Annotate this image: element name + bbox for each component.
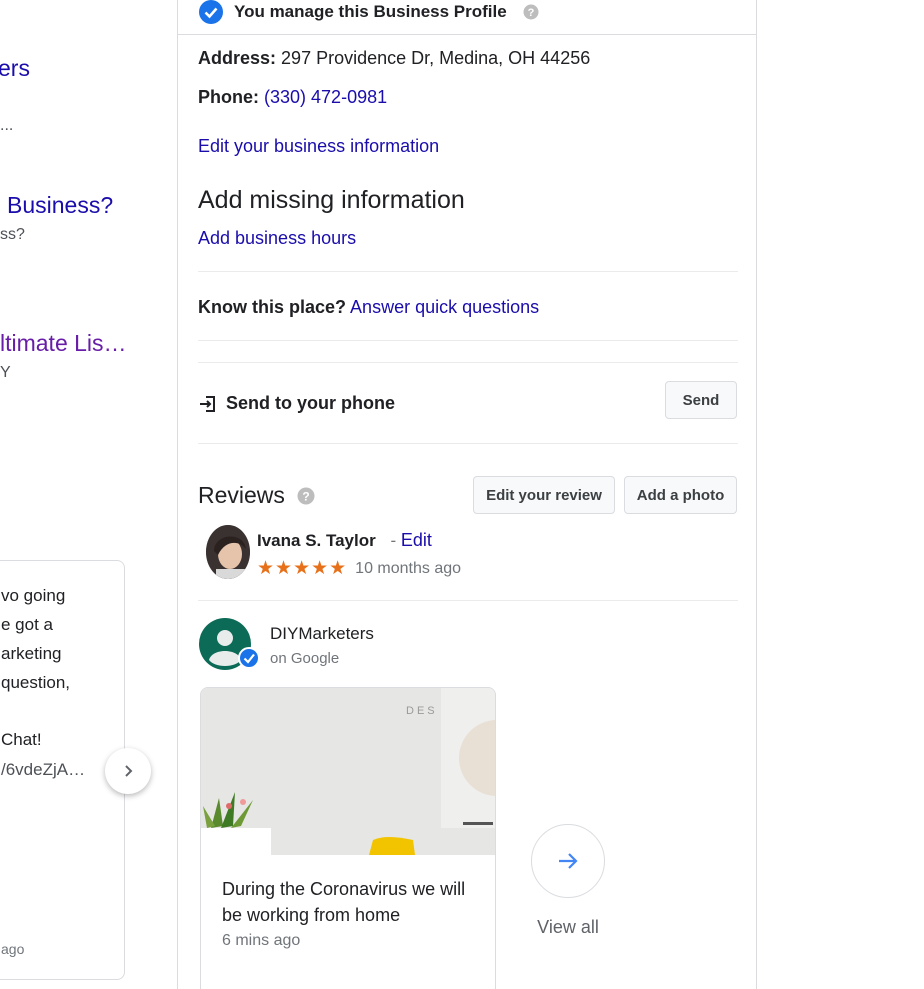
help-icon[interactable]: ? — [523, 4, 539, 20]
phone-link[interactable]: (330) 472-0981 — [264, 87, 387, 107]
review-rating-row: ★★★★★ 10 months ago — [257, 557, 461, 580]
phone-row: Phone: (330) 472-0981 — [198, 87, 387, 108]
divider — [198, 600, 738, 601]
svg-text:DES: DES — [406, 705, 438, 717]
phone-label: Phone: — [198, 87, 259, 107]
post-photo: DES — [201, 688, 495, 855]
reviews-heading: Reviews — [198, 482, 285, 508]
result-title[interactable]: ers — [0, 55, 30, 82]
send-to-device-icon — [200, 395, 215, 412]
result-title[interactable]: ltimate Lis… — [0, 330, 127, 357]
help-icon[interactable]: ? — [297, 487, 315, 505]
post-time: 6 mins ago — [222, 932, 301, 949]
search-results-column: ers ... Business? ss? ltimate Lis… Y vo … — [0, 0, 165, 989]
carousel-next-button[interactable] — [105, 748, 151, 794]
edit-business-info-link[interactable]: Edit your business information — [198, 136, 439, 157]
view-all-button[interactable] — [531, 824, 605, 898]
post-text-line: arketing — [1, 644, 62, 663]
knowledge-panel: You manage this Business Profile ? Addre… — [177, 0, 757, 989]
view-all-label[interactable]: View all — [511, 917, 625, 938]
business-avatar-image — [199, 618, 260, 670]
manage-profile-banner: You manage this Business Profile ? — [198, 0, 539, 33]
send-button[interactable]: Send — [665, 381, 737, 419]
address-value: 297 Providence Dr, Medina, OH 44256 — [281, 48, 591, 68]
business-avatar[interactable] — [199, 618, 260, 670]
edit-review-button[interactable]: Edit your review — [473, 476, 615, 514]
post-text-line: e got a — [1, 615, 53, 634]
svg-text:?: ? — [302, 489, 309, 503]
post-text-line: question, — [1, 673, 70, 692]
star-rating: ★★★★★ — [257, 558, 348, 579]
svg-text:?: ? — [527, 7, 534, 19]
send-to-phone-label: Send to your phone — [226, 393, 395, 413]
address-label: Address: — [198, 48, 277, 68]
add-business-hours-link[interactable]: Add business hours — [198, 228, 356, 249]
divider — [198, 443, 738, 444]
arrow-right-icon — [559, 853, 578, 869]
reviewer-avatar[interactable] — [206, 525, 250, 579]
answer-questions-link[interactable]: Answer quick questions — [350, 297, 539, 317]
divider — [198, 340, 738, 341]
business-post-card[interactable]: DES During the Coronavirus we will be wo… — [200, 687, 496, 989]
result-snippet: Y — [0, 364, 11, 381]
post-photo-image: DES — [201, 688, 495, 855]
know-place-row: Know this place? Answer quick questions — [198, 297, 539, 318]
reviewer-photo — [206, 525, 250, 579]
manage-profile-text: You manage this Business Profile — [234, 2, 507, 21]
business-name[interactable]: DIYMarketers — [270, 624, 374, 644]
verified-badge-icon — [199, 0, 223, 24]
know-place-label: Know this place? — [198, 297, 347, 317]
post-text-line: Chat! — [1, 730, 42, 749]
result-snippet: ... — [0, 117, 14, 134]
post-url[interactable]: /6vdeZjA… — [1, 760, 85, 780]
send-to-phone-row: Send to your phone — [198, 393, 395, 414]
divider — [198, 362, 738, 363]
reviews-header: Reviews ? — [198, 482, 315, 509]
review-author[interactable]: Ivana S. Taylor — [257, 531, 376, 550]
result-snippet: ss? — [0, 226, 25, 243]
post-text-line: vo going — [1, 586, 66, 605]
post-text: During the Coronavirus we will be workin… — [222, 879, 466, 925]
chevron-right-icon — [125, 765, 133, 777]
divider — [198, 271, 738, 272]
divider — [178, 34, 756, 35]
result-title[interactable]: Business? — [7, 192, 113, 219]
review-separator: - — [390, 531, 397, 550]
post-time: ago — [1, 941, 25, 957]
review-author-row: Ivana S. Taylor - Edit — [257, 530, 432, 551]
edit-review-link[interactable]: Edit — [401, 530, 432, 550]
post-source: on Google — [270, 650, 340, 667]
address-row: Address: 297 Providence Dr, Medina, OH 4… — [198, 48, 590, 69]
missing-info-heading: Add missing information — [198, 186, 465, 214]
add-photo-button[interactable]: Add a photo — [624, 476, 737, 514]
review-time: 10 months ago — [355, 559, 462, 577]
